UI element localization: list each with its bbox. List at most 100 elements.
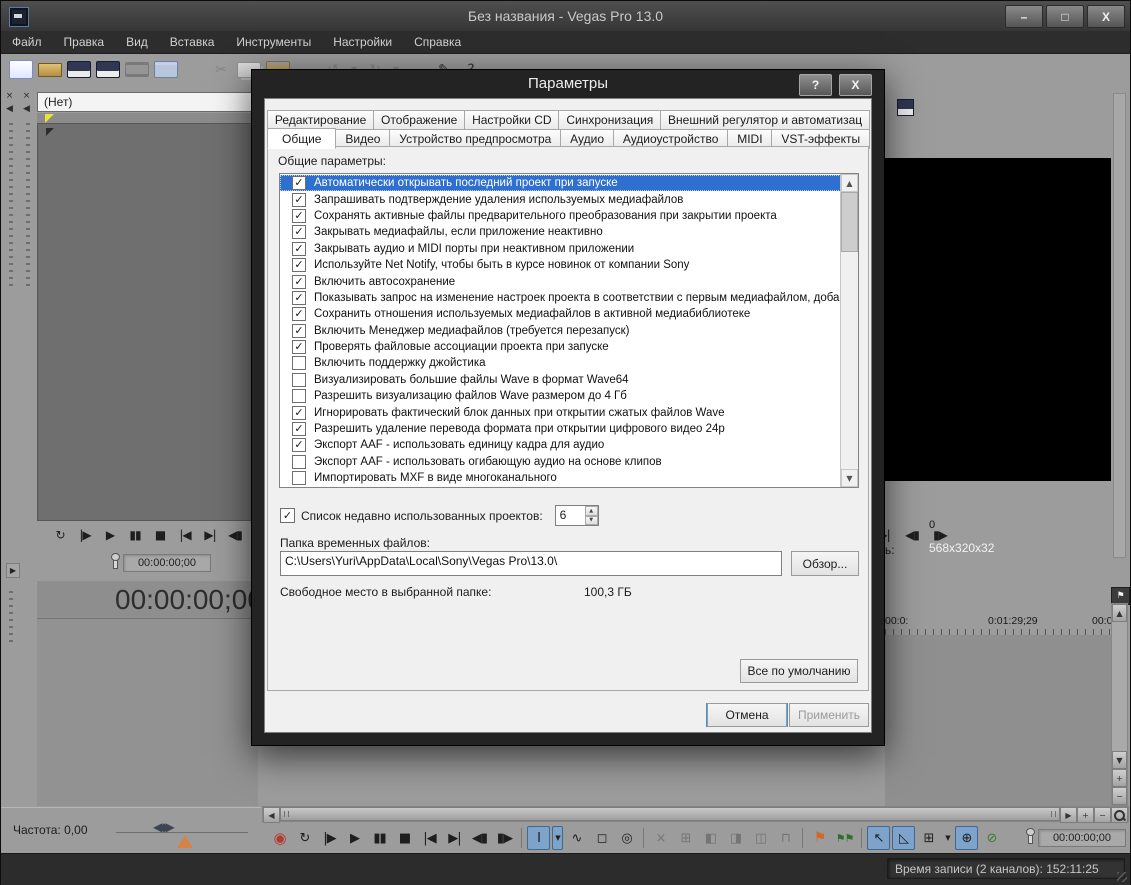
transport-tool-button[interactable]: ◺ [892, 826, 915, 850]
zoom-out-time-button[interactable]: − [1094, 807, 1111, 823]
trimmer-display[interactable] [37, 123, 258, 521]
toolbar-button-icon[interactable] [67, 61, 91, 78]
transport-tool-button[interactable]: ⊘ [980, 826, 1003, 850]
trimmer-save-icon[interactable] [894, 96, 916, 118]
toolbar-button-icon[interactable] [96, 61, 120, 78]
timeline-hscrollbar[interactable]: ◀ ▶ + − [262, 806, 1129, 823]
option-checkbox[interactable] [292, 454, 306, 469]
scroll-up-icon[interactable]: ▲ [841, 174, 858, 192]
menu-item[interactable]: Файл [1, 32, 53, 52]
transport-button-icon[interactable]: ◀▮ [901, 525, 923, 545]
option-row[interactable]: ✓ Сохранить отношения используемых медиа… [280, 306, 841, 322]
dock-close-icon[interactable]: × [20, 89, 33, 102]
menu-item[interactable]: Вид [115, 32, 159, 52]
option-row[interactable]: Визуализировать большие файлы Wave в фор… [280, 372, 841, 388]
transport-tool-button[interactable]: ⚑⚑ [833, 826, 856, 850]
transport-tool-button[interactable]: ◀▮ [468, 826, 491, 850]
transport-tool-button[interactable]: ∿ [565, 826, 588, 850]
transport-button-icon[interactable]: |◀ [174, 525, 196, 545]
dialog-tab[interactable]: Редактирование [267, 110, 375, 130]
toolbar-button-icon[interactable] [154, 61, 178, 78]
transport-tool-button[interactable]: ⊕ [955, 826, 978, 850]
minimize-button[interactable]: – [1005, 5, 1043, 28]
option-checkbox[interactable]: ✓ [292, 438, 306, 453]
transport-tool-button[interactable]: ↻ [293, 826, 316, 850]
transport-tool-button[interactable]: ◫ [749, 826, 772, 850]
cursor-timecode[interactable]: 00:00:00;00 [1038, 829, 1126, 847]
rate-slider-track[interactable] [116, 832, 248, 833]
option-checkbox[interactable]: ✓ [292, 323, 306, 338]
option-row[interactable]: ✓ Закрывать аудио и MIDI порты при неакт… [280, 241, 841, 257]
transport-tool-button[interactable]: ⊞ [674, 826, 697, 850]
transport-tool-button[interactable]: Ι [527, 826, 550, 850]
option-checkbox[interactable]: ✓ [292, 192, 306, 207]
option-checkbox[interactable]: ✓ [292, 340, 306, 355]
timeline-timecode-display[interactable]: 00:00:00;00 [37, 581, 258, 619]
options-list[interactable]: ✓ Автоматически открывать последний прое… [279, 173, 859, 488]
option-row[interactable]: ✓ Сохранять активные файлы предварительн… [280, 208, 841, 224]
toolbar-button-icon[interactable] [9, 60, 33, 79]
option-row[interactable]: ✓ Экспорт AAF - использовать единицу кад… [280, 437, 841, 453]
hscroll-thumb[interactable] [280, 807, 1060, 821]
defaults-button[interactable]: Все по умолчанию [740, 659, 858, 683]
rate-marker-icon[interactable] [177, 835, 193, 848]
browse-button[interactable]: Обзор... [791, 551, 859, 576]
toolbar-button-icon[interactable] [38, 62, 62, 77]
dialog-tab[interactable]: Внешний регулятор и автоматизац [660, 110, 870, 130]
dock-collapse-icon[interactable]: ◀ [3, 102, 16, 115]
preview-timecode[interactable]: 00:00:00;00 [123, 554, 211, 572]
option-row[interactable]: ✓ Автоматически открывать последний прое… [280, 175, 841, 192]
option-checkbox[interactable] [292, 389, 306, 404]
option-row[interactable]: Включить поддержку джойстика [280, 355, 841, 371]
transport-button-icon[interactable]: ▮▮ [124, 525, 146, 545]
transport-tool-button[interactable]: ↖ [867, 826, 890, 850]
transport-tool-button[interactable]: ■ [393, 826, 416, 850]
transport-button-icon[interactable]: ↻ [49, 525, 71, 545]
option-row[interactable]: ✓ Игнорировать фактический блок данных п… [280, 404, 841, 420]
scroll-right-icon[interactable]: ▶ [1060, 807, 1077, 823]
transport-tool-button[interactable]: ◧ [699, 826, 722, 850]
dock-collapse-icon[interactable]: ◀ [20, 102, 33, 115]
menu-item[interactable]: Инструменты [225, 32, 322, 52]
track-header-area[interactable] [37, 619, 258, 806]
dock-close-icon[interactable]: × [3, 89, 16, 102]
apply-button[interactable]: Применить [789, 703, 869, 727]
option-row[interactable]: ✓ Проверять файловые ассоциации проекта … [280, 339, 841, 355]
dialog-tab[interactable]: Общие [267, 128, 337, 149]
dialog-tab[interactable]: Синхронизация [558, 110, 662, 130]
scroll-left-icon[interactable]: ◀ [263, 807, 280, 823]
option-row[interactable]: ✓ Показывать запрос на изменение настрое… [280, 290, 841, 306]
menu-item[interactable]: Справка [403, 32, 472, 52]
option-row[interactable]: ✓ Включить автосохранение [280, 273, 841, 289]
transport-tool-button[interactable] [861, 828, 862, 848]
option-row[interactable]: ✓ Включить Менеджер медиафайлов (требует… [280, 323, 841, 339]
scroll-down-icon[interactable]: ▼ [1112, 751, 1127, 769]
zoom-out-track-button[interactable]: − [1112, 787, 1127, 805]
menu-item[interactable]: Вставка [159, 32, 226, 52]
transport-button-icon[interactable]: ■ [149, 525, 171, 545]
option-checkbox[interactable]: ✓ [292, 290, 306, 305]
option-row[interactable]: Разрешить визуализацию файлов Wave разме… [280, 388, 841, 404]
spin-up-icon[interactable]: ▲ [584, 506, 598, 516]
option-checkbox[interactable]: ✓ [292, 307, 306, 322]
transport-tool-button[interactable]: ◎ [615, 826, 638, 850]
option-checkbox[interactable] [292, 471, 306, 486]
scroll-up-icon[interactable]: ▲ [1112, 604, 1127, 622]
toolbar-button-icon[interactable] [125, 62, 149, 77]
transport-tool-button[interactable]: ◻ [590, 826, 613, 850]
option-checkbox[interactable]: ✓ [292, 241, 306, 256]
zoom-in-time-button[interactable]: + [1077, 807, 1094, 823]
toolbar-button-icon[interactable]: ✂ [210, 59, 232, 81]
rate-slider-handle[interactable]: ◀◆▶ [153, 820, 175, 834]
menu-item[interactable]: Правка [53, 32, 116, 52]
recent-projects-checkbox[interactable]: ✓ [280, 508, 295, 523]
transport-tool-button[interactable]: ▮▶ [493, 826, 516, 850]
transport-tool-button[interactable]: ◉ [268, 826, 291, 850]
option-row[interactable]: ✓ Используйте Net Notify, чтобы быть в к… [280, 257, 841, 273]
option-row[interactable]: Экспорт AAF - использовать огибающую ауд… [280, 454, 841, 470]
transport-tool-button[interactable]: ⊞ [917, 826, 940, 850]
dialog-close-button[interactable]: X [839, 74, 872, 96]
timeline-ruler[interactable]: 0:01:29;29 00:01:44;29 00:0: [885, 613, 1111, 636]
options-list-scrollbar[interactable]: ▲ ▼ [840, 174, 858, 487]
option-row[interactable]: ✓ Разрешить удаление перевода формата пр… [280, 421, 841, 437]
